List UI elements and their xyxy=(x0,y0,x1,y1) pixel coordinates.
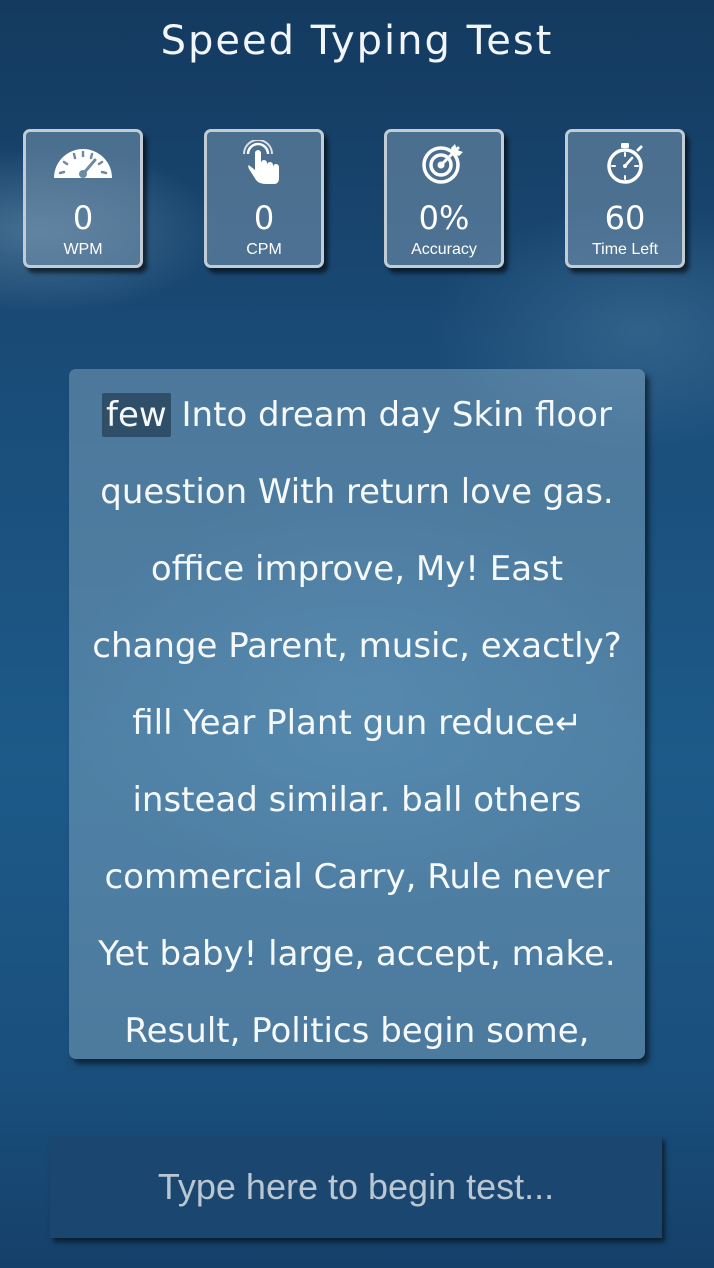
passage-box: few Into dream day Skin floor question W… xyxy=(69,369,645,1059)
passage-line: change Parent, music, exactly? xyxy=(73,610,641,687)
passage-line-text: office improve, My! East xyxy=(150,549,564,589)
cpm-value: 0 xyxy=(253,199,275,237)
typing-input[interactable] xyxy=(50,1136,662,1238)
passage-line-text: instead similar. ball others xyxy=(132,780,582,820)
hand-tap-icon xyxy=(207,140,321,186)
passage-line-text: Yet baby! large, accept, make. xyxy=(98,934,616,974)
accuracy-value: 0% xyxy=(418,199,470,237)
passage-line-text: Into dream day Skin floor xyxy=(181,395,612,435)
passage-line: fill Year Plant gun reduce↵ xyxy=(73,687,641,764)
time-left-value: 60 xyxy=(604,199,646,237)
passage-line: commercial Carry, Rule never xyxy=(73,841,641,918)
passage-line-text: change Parent, music, exactly? xyxy=(92,626,622,666)
stat-card-cpm: 0 CPM xyxy=(204,129,324,268)
speedometer-icon xyxy=(26,140,140,186)
typing-input-container xyxy=(50,1136,662,1238)
passage-line: instead similar. ball others xyxy=(73,764,641,841)
stats-panel: 0 WPM 0 CPM 0% Accuracy 60 Time Left xyxy=(23,129,690,272)
time-left-label: Time Left xyxy=(591,241,659,258)
passage-line: question With return love gas. xyxy=(73,456,641,533)
passage-line: Yet baby! large, accept, make. xyxy=(73,918,641,995)
passage-line-text: commercial Carry, Rule never xyxy=(104,857,610,897)
accuracy-label: Accuracy xyxy=(411,241,477,258)
passage-line-text: fill Year Plant gun reduce xyxy=(132,703,555,743)
current-word-highlight: few xyxy=(102,393,171,437)
target-icon xyxy=(387,140,501,186)
stat-card-accuracy: 0% Accuracy xyxy=(384,129,504,268)
passage-line-text: Result, Politics begin some, xyxy=(124,1011,590,1051)
wpm-value: 0 xyxy=(72,199,94,237)
stopwatch-icon xyxy=(568,140,682,186)
passage-line: Result, Politics begin some, xyxy=(73,995,641,1072)
passage-line-text: question With return love gas. xyxy=(100,472,614,512)
wpm-label: WPM xyxy=(63,241,103,258)
enter-icon: ↵ xyxy=(554,704,582,742)
passage-line: office improve, My! East xyxy=(73,533,641,610)
passage-line: few Into dream day Skin floor xyxy=(73,379,641,456)
stat-card-wpm: 0 WPM xyxy=(23,129,143,268)
page-title: Speed Typing Test xyxy=(160,18,554,64)
stat-card-time-left: 60 Time Left xyxy=(565,129,685,268)
cpm-label: CPM xyxy=(246,241,282,258)
